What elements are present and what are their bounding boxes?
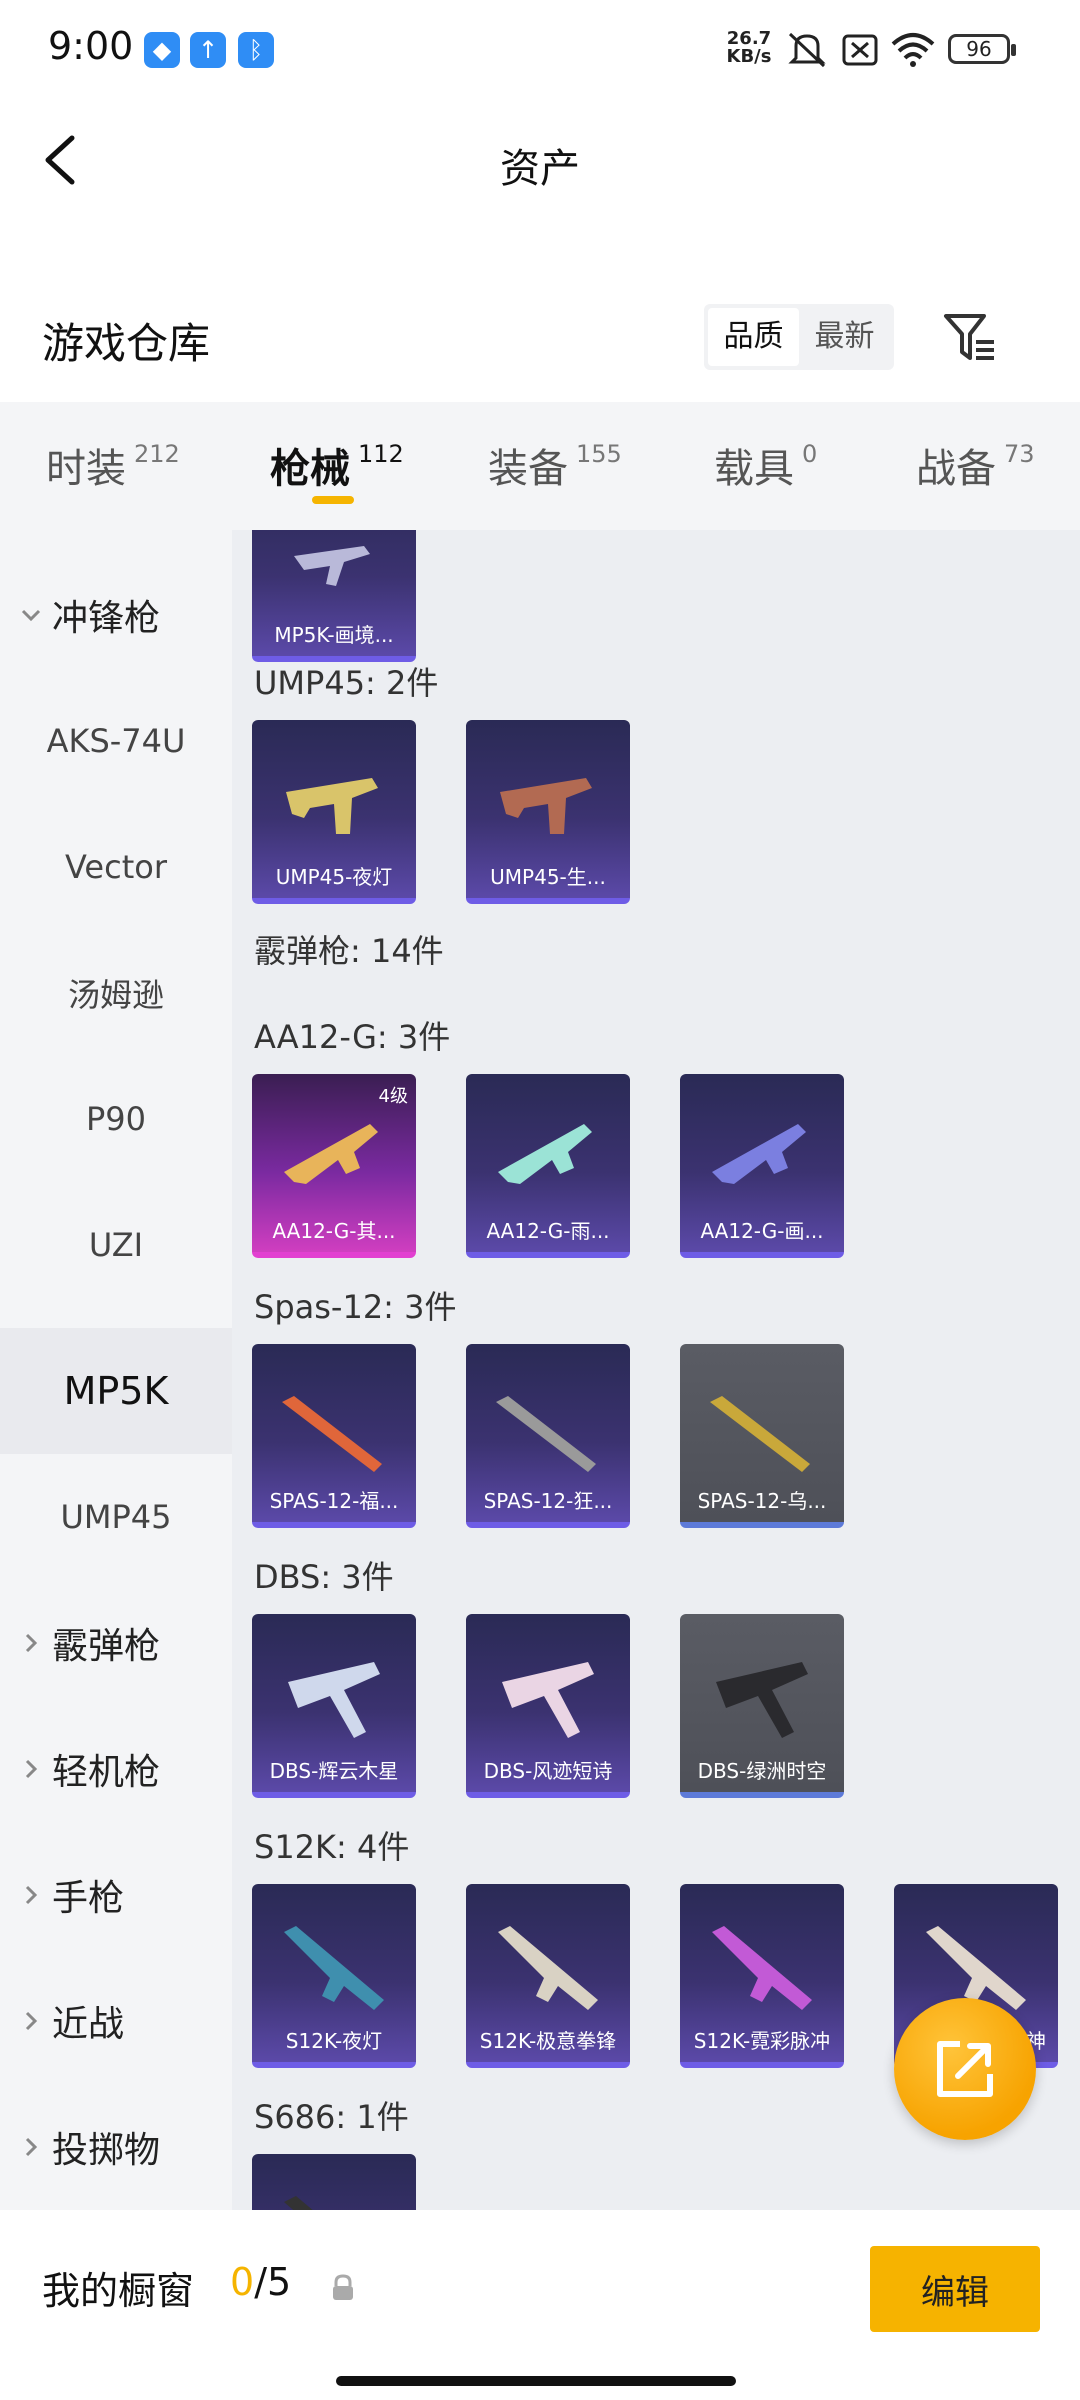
weapon-card[interactable]: S12K-夜灯 xyxy=(252,1884,416,2068)
chevron-down-icon xyxy=(21,609,41,622)
sidebar-item-uzi[interactable]: UZI xyxy=(0,1182,232,1308)
status-time: 9:00 xyxy=(48,24,134,68)
gun-icon xyxy=(498,1124,592,1184)
sidebar-group-throwables[interactable]: 投掷物 xyxy=(0,2084,232,2210)
chevron-right-icon xyxy=(25,1759,38,1779)
weapon-card[interactable]: S12K-极意拳锋 xyxy=(466,1884,630,2068)
gun-icon xyxy=(284,1926,384,2010)
chevron-right-icon xyxy=(25,1633,38,1653)
category-tabs: 时装 212 枪械 112 装备 155 载具 0 战备 73 xyxy=(0,402,1080,530)
weapon-grid: MP5K-画境... UMP45: 2件 UMP45-夜灯 UMP45-生...… xyxy=(232,530,1080,2210)
tab-war-supplies[interactable]: 战备 73 xyxy=(916,436,1035,494)
share-fab[interactable] xyxy=(894,1998,1036,2140)
gun-icon xyxy=(288,1662,380,1738)
assets-page: 9:00 ◆ ↑ ᛒ 26.7 KB/s 96 资产 游戏仓库 品质 最新 时装… xyxy=(0,0,1080,2400)
weapon-card[interactable]: AA12-G-画... xyxy=(680,1074,844,1258)
gun-icon xyxy=(500,778,592,834)
chevron-right-icon xyxy=(25,2011,38,2031)
sidebar-item-p90[interactable]: P90 xyxy=(0,1056,232,1182)
weapon-card[interactable]: 4级 AA12-G-其... xyxy=(252,1074,416,1258)
sort-toggle: 品质 最新 xyxy=(704,304,894,370)
page-title: 资产 xyxy=(500,146,580,192)
sidebar-item-mp5k[interactable]: MP5K xyxy=(0,1328,232,1454)
gun-icon xyxy=(712,1124,806,1184)
sidebar-group-pistol[interactable]: 手枪 xyxy=(0,1832,232,1958)
weapon-card[interactable]: MP5K-画境... xyxy=(252,530,416,662)
nav-bar: 资产 xyxy=(0,96,1080,226)
weapon-card[interactable]: S12K-霓彩脉冲 xyxy=(680,1884,844,2068)
sidebar-group-lmg[interactable]: 轻机枪 xyxy=(0,1706,232,1832)
filter-icon[interactable] xyxy=(940,308,1000,368)
group-label: DBS: 3件 xyxy=(254,1558,394,1596)
sim-off-icon xyxy=(842,34,878,66)
tab-fashion[interactable]: 时装 212 xyxy=(46,436,180,494)
lock-icon xyxy=(333,2274,353,2300)
showcase-count: 0/5 xyxy=(230,2260,292,2304)
group-label: S686: 1件 xyxy=(254,2098,409,2136)
sidebar-item-ump45[interactable]: UMP45 xyxy=(0,1454,232,1580)
upload-icon: ↑ xyxy=(190,32,226,68)
wifi-icon xyxy=(891,33,935,67)
sidebar-item-vector[interactable]: Vector xyxy=(0,804,232,930)
showcase-label: 我的橱窗 xyxy=(42,2269,195,2313)
group-label: AA12-G: 3件 xyxy=(254,1018,451,1056)
edit-button[interactable]: 编辑 xyxy=(870,2246,1040,2332)
gun-icon xyxy=(284,2196,313,2210)
weapon-card[interactable]: DBS-辉云木星 xyxy=(252,1614,416,1798)
tab-vehicles[interactable]: 载具 0 xyxy=(714,436,817,494)
home-indicator xyxy=(336,2376,736,2386)
active-tab-indicator xyxy=(312,496,354,504)
weapon-card[interactable] xyxy=(252,2154,416,2210)
app-icon: ◆ xyxy=(144,32,180,68)
weapon-card[interactable]: UMP45-生... xyxy=(466,720,630,904)
gun-icon xyxy=(498,1926,598,2010)
sidebar-item-aks74u[interactable]: AKS-74U xyxy=(0,678,232,804)
gun-icon xyxy=(496,1396,596,1472)
gun-icon xyxy=(284,1124,378,1184)
sidebar-item-thompson[interactable]: 汤姆逊 xyxy=(0,930,232,1056)
chevron-right-icon xyxy=(25,1885,38,1905)
weapon-card[interactable]: DBS-风迹短诗 xyxy=(466,1614,630,1798)
external-link-icon xyxy=(937,2041,993,2097)
mute-icon xyxy=(788,32,826,68)
section-title: 游戏仓库 xyxy=(42,319,211,368)
gun-icon xyxy=(286,778,378,834)
tab-firearms[interactable]: 枪械 112 xyxy=(270,436,404,494)
gun-icon xyxy=(502,1662,594,1738)
gun-icon xyxy=(712,1926,812,2010)
sidebar-group-melee[interactable]: 近战 xyxy=(0,1958,232,2084)
weapon-type-sidebar: 冲锋枪 AKS-74U Vector 汤姆逊 P90 UZI MP5K UMP4… xyxy=(0,530,232,2210)
sort-quality-button[interactable]: 品质 xyxy=(708,308,799,366)
gun-icon xyxy=(716,1662,808,1738)
weapon-card[interactable]: UMP45-夜灯 xyxy=(252,720,416,904)
bluetooth-icon: ᛒ xyxy=(238,32,274,68)
weapon-card[interactable]: SPAS-12-乌... xyxy=(680,1344,844,1528)
weapon-card[interactable]: SPAS-12-狂... xyxy=(466,1344,630,1528)
chevron-right-icon xyxy=(25,2137,38,2157)
sort-latest-button[interactable]: 最新 xyxy=(799,308,890,366)
tab-equipment[interactable]: 装备 155 xyxy=(488,436,622,494)
gun-icon xyxy=(710,1396,810,1472)
net-speed: 26.7 KB/s xyxy=(726,28,772,67)
weapon-card[interactable]: AA12-G-雨... xyxy=(466,1074,630,1258)
gun-icon xyxy=(294,546,370,586)
sidebar-group-shotgun[interactable]: 霰弹枪 xyxy=(0,1580,232,1706)
showcase-bar: 我的橱窗 0/5 编辑 xyxy=(0,2210,1080,2400)
group-label: 霰弹枪: 14件 xyxy=(254,932,444,970)
group-label: UMP45: 2件 xyxy=(254,664,439,702)
battery-icon: 96 xyxy=(948,34,1016,64)
sidebar-group-smg[interactable]: 冲锋枪 xyxy=(0,552,232,678)
group-label: Spas-12: 3件 xyxy=(254,1288,457,1326)
group-label: S12K: 4件 xyxy=(254,1828,410,1866)
weapon-card[interactable]: DBS-绿洲时空 xyxy=(680,1614,844,1798)
status-bar: 9:00 ◆ ↑ ᛒ 26.7 KB/s 96 xyxy=(0,0,1080,96)
gun-icon xyxy=(282,1396,382,1472)
weapon-card[interactable]: SPAS-12-福... xyxy=(252,1344,416,1528)
